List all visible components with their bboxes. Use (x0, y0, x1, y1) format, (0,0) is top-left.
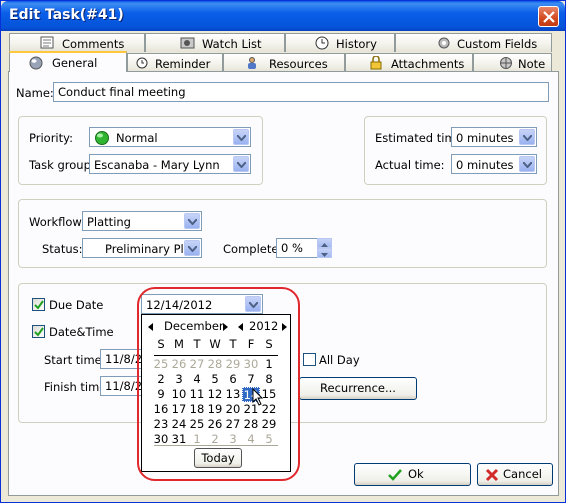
close-button[interactable] (538, 6, 559, 27)
actual-time-label: Actual time: (375, 158, 445, 172)
datetime-label: Date&Time (49, 325, 114, 339)
watch-list-icon (180, 37, 195, 49)
priority-status-icon (95, 131, 109, 145)
reminder-icon (136, 57, 148, 69)
status-value: Preliminary Plat (105, 242, 196, 256)
history-icon (315, 36, 329, 50)
general-icon (29, 56, 43, 70)
estimated-time-select[interactable]: 0 minutes (451, 127, 537, 147)
tab-attachments[interactable]: Attachments (345, 53, 473, 72)
tab-resources[interactable]: Resources (223, 53, 345, 72)
tab-history[interactable]: History (285, 33, 395, 52)
tab-general[interactable]: General (9, 51, 127, 72)
chevron-down-icon[interactable] (519, 156, 535, 172)
workflow-value: Platting (87, 215, 131, 229)
tab-label: Attachments (391, 57, 465, 71)
chevron-down-icon[interactable] (233, 129, 249, 145)
complete-spinner[interactable] (317, 238, 332, 258)
chevron-down-icon[interactable] (233, 156, 249, 172)
estimated-time-value: 0 minutes (456, 131, 514, 145)
tab-note[interactable]: Note (473, 53, 552, 72)
due-date-label: Due Date (49, 298, 104, 312)
priority-value: Normal (116, 131, 158, 145)
chevron-down-icon[interactable] (184, 213, 200, 229)
datetime-checkbox[interactable] (32, 325, 45, 338)
title-bar[interactable]: Edit Task(#41) (1, 1, 565, 31)
checkmark-icon (388, 469, 402, 481)
chevron-down-icon[interactable] (519, 129, 535, 145)
start-time-label: Start time: (44, 353, 106, 367)
tab-label: Comments (62, 37, 125, 51)
tab-label: Note (518, 57, 546, 71)
close-icon (543, 11, 555, 23)
tab-label: Reminder (155, 57, 211, 71)
actual-time-value: 0 minutes (456, 158, 514, 172)
resources-icon (248, 57, 256, 69)
highlight-annotation (137, 287, 300, 481)
tab-comments[interactable]: Comments (9, 33, 145, 52)
complete-input[interactable]: 0 % (276, 238, 318, 258)
tab-reminder[interactable]: Reminder (127, 53, 223, 72)
all-day-label: All Day (319, 353, 360, 367)
workflow-select[interactable]: Platting (82, 211, 202, 231)
tab-watch-list[interactable]: Watch List (145, 33, 285, 52)
task-group-label: Task group: (29, 158, 95, 172)
spin-down-button[interactable] (317, 248, 332, 258)
spin-up-button[interactable] (317, 238, 332, 248)
tab-label: General (52, 56, 98, 70)
priority-label: Priority: (29, 131, 73, 145)
edit-task-window: Edit Task(#41) Comments Watch List Histo… (0, 0, 566, 503)
complete-label: Complete: (223, 242, 283, 256)
checkmark-icon (34, 300, 44, 310)
cancel-label: Cancel (503, 467, 542, 481)
name-label: Name: (16, 86, 54, 100)
status-label: Status: (42, 242, 83, 256)
ok-label: Ok (408, 467, 424, 481)
window-title: Edit Task(#41) (9, 7, 124, 23)
note-icon (500, 57, 512, 69)
comments-icon (40, 36, 54, 49)
tab-custom-fields[interactable]: Custom Fields (395, 33, 552, 52)
workflow-label: Workflow: (29, 215, 86, 229)
priority-select[interactable]: Normal (89, 127, 251, 147)
status-select[interactable]: Preliminary Plat (82, 238, 202, 258)
attachments-icon (370, 56, 382, 70)
tab-label: Watch List (202, 37, 262, 51)
cancel-icon (485, 468, 499, 482)
tab-label: History (336, 37, 377, 51)
task-group-value: Escanaba - Mary Lynn (94, 158, 220, 172)
all-day-checkbox[interactable] (303, 353, 316, 366)
recurrence-button[interactable]: Recurrence... (299, 377, 417, 400)
chevron-down-icon[interactable] (184, 240, 200, 256)
actual-time-select[interactable]: 0 minutes (451, 154, 537, 174)
task-group-select[interactable]: Escanaba - Mary Lynn (89, 154, 251, 174)
cancel-button[interactable]: Cancel (477, 463, 553, 486)
tab-label: Resources (269, 57, 328, 71)
name-input[interactable]: Conduct final meeting (53, 82, 549, 102)
due-date-checkbox[interactable] (32, 298, 45, 311)
ok-button[interactable]: Ok (354, 463, 471, 486)
custom-fields-icon (438, 37, 450, 49)
checkmark-icon (34, 327, 44, 337)
tab-label: Custom Fields (457, 37, 538, 51)
